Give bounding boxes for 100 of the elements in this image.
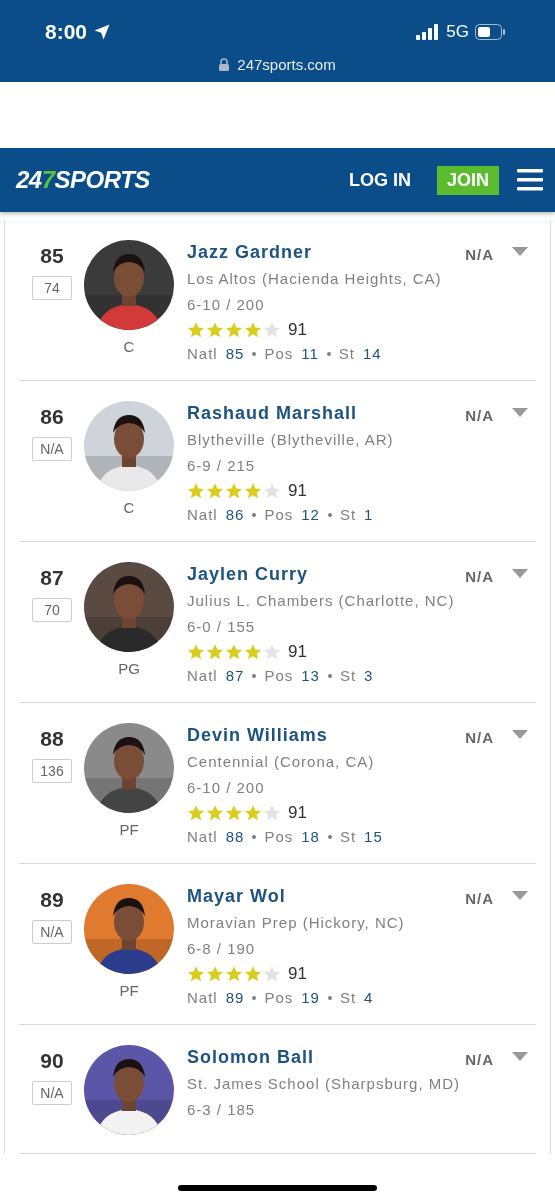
- star-icon: [187, 482, 205, 500]
- star-icon: [244, 804, 262, 822]
- separator-dot: [252, 995, 257, 1000]
- caret-icon[interactable]: [512, 407, 528, 417]
- star-icon: [225, 804, 243, 822]
- separator-dot: [252, 351, 257, 356]
- status-text: N/A: [465, 729, 494, 746]
- star-icon: [244, 965, 262, 983]
- location-arrow-icon: [93, 23, 112, 41]
- star-icon: [206, 643, 224, 661]
- rating-score: 91: [288, 964, 307, 984]
- rank-value[interactable]: 13: [301, 667, 320, 684]
- position-label: PF: [119, 821, 139, 838]
- position-label: C: [123, 499, 135, 516]
- height-weight: 6-0 / 155: [187, 617, 257, 637]
- rank-value[interactable]: 86: [225, 506, 245, 523]
- caret-icon[interactable]: [512, 729, 528, 739]
- rank-value[interactable]: 89: [225, 989, 245, 1006]
- star-icon: [244, 643, 262, 661]
- rank-label: Natl: [187, 667, 218, 684]
- rank-label: Pos: [264, 506, 294, 523]
- status-text: N/A: [465, 246, 494, 263]
- rank-value[interactable]: 11: [301, 345, 319, 362]
- school-text: Blytheville (Blytheville, AR): [187, 430, 395, 450]
- height-weight: 6-10 / 200: [187, 295, 266, 315]
- caret-icon[interactable]: [512, 890, 528, 900]
- height-weight: 6-8 / 190: [187, 939, 257, 959]
- url-text[interactable]: 247sports.com: [237, 56, 336, 73]
- player-name[interactable]: Jaylen Curry: [187, 564, 466, 585]
- rank-value[interactable]: 87: [225, 667, 245, 684]
- rank-value[interactable]: 19: [301, 989, 320, 1006]
- rank-number: 90: [40, 1049, 64, 1073]
- rating-score: 91: [288, 803, 307, 823]
- rank-label: Pos: [264, 989, 294, 1006]
- menu-icon[interactable]: [517, 169, 543, 191]
- rank-value[interactable]: 3: [364, 667, 374, 684]
- clock-time: 8:00: [45, 20, 88, 44]
- position-label: PG: [118, 660, 140, 677]
- rank-label: St: [339, 667, 357, 684]
- star-icon: [244, 321, 262, 339]
- rank-value[interactable]: 15: [364, 828, 383, 845]
- separator-dot: [327, 995, 332, 1000]
- status-text: N/A: [465, 890, 494, 907]
- rank-label: Natl: [187, 506, 218, 523]
- rank-number: 86: [40, 405, 64, 429]
- star-icon: [206, 321, 224, 339]
- rank-number: 85: [40, 244, 64, 268]
- prior-rank: 136: [32, 759, 72, 783]
- caret-icon[interactable]: [512, 568, 528, 578]
- star-icon: [187, 965, 205, 983]
- status-text: N/A: [465, 407, 494, 424]
- signal-icon: [416, 24, 441, 40]
- player-name[interactable]: Devin Williams: [187, 725, 466, 746]
- star-icon: [225, 643, 243, 661]
- rank-value[interactable]: 4: [364, 989, 374, 1006]
- login-link[interactable]: LOG IN: [349, 169, 411, 191]
- rank-label: Natl: [187, 989, 218, 1006]
- rating-score: 91: [288, 481, 307, 501]
- rank-label: Pos: [264, 828, 294, 845]
- separator-dot: [327, 673, 332, 678]
- caret-icon[interactable]: [512, 246, 528, 256]
- player-name[interactable]: Rashaud Marshall: [187, 403, 466, 424]
- separator-dot: [252, 834, 257, 839]
- rank-value[interactable]: 12: [301, 506, 320, 523]
- rank-value[interactable]: 18: [301, 828, 320, 845]
- separator-dot: [326, 351, 331, 356]
- rank-number: 89: [40, 888, 64, 912]
- network-label: 5G: [446, 22, 469, 42]
- prior-rank: N/A: [32, 1081, 72, 1105]
- star-icon: [187, 321, 205, 339]
- rank-label: Pos: [264, 667, 294, 684]
- player-name[interactable]: Mayar Wol: [187, 886, 466, 907]
- position-label: PF: [119, 982, 139, 999]
- site-logo[interactable]: 247SPORTS: [16, 166, 150, 194]
- position-label: C: [123, 338, 135, 355]
- star-icon: [225, 482, 243, 500]
- rank-label: Pos: [264, 345, 294, 362]
- rank-value[interactable]: 88: [225, 828, 245, 845]
- status-text: N/A: [465, 1051, 494, 1068]
- rank-value[interactable]: 1: [364, 506, 374, 523]
- rating-score: 91: [288, 320, 307, 340]
- rank-label: St: [339, 989, 357, 1006]
- player-name[interactable]: Jazz Gardner: [187, 242, 466, 263]
- rank-label: St: [339, 506, 357, 523]
- school-text: St. James School (Sharpsburg, MD): [187, 1074, 462, 1094]
- rank-label: St: [339, 828, 357, 845]
- star-icon: [244, 482, 262, 500]
- caret-icon[interactable]: [512, 1051, 528, 1061]
- height-weight: 6-10 / 200: [187, 778, 266, 798]
- star-icon: [206, 482, 224, 500]
- lock-icon: [219, 58, 230, 71]
- player-name[interactable]: Solomon Ball: [187, 1047, 466, 1068]
- separator-dot: [327, 834, 332, 839]
- school-text: Los Altos (Hacienda Heights, CA): [187, 269, 443, 289]
- separator-dot: [252, 673, 257, 678]
- height-weight: 6-9 / 215: [187, 456, 257, 476]
- rank-value[interactable]: 14: [363, 345, 382, 362]
- rank-value[interactable]: 85: [225, 345, 245, 362]
- rank-number: 87: [40, 566, 64, 590]
- rank-number: 88: [40, 727, 64, 751]
